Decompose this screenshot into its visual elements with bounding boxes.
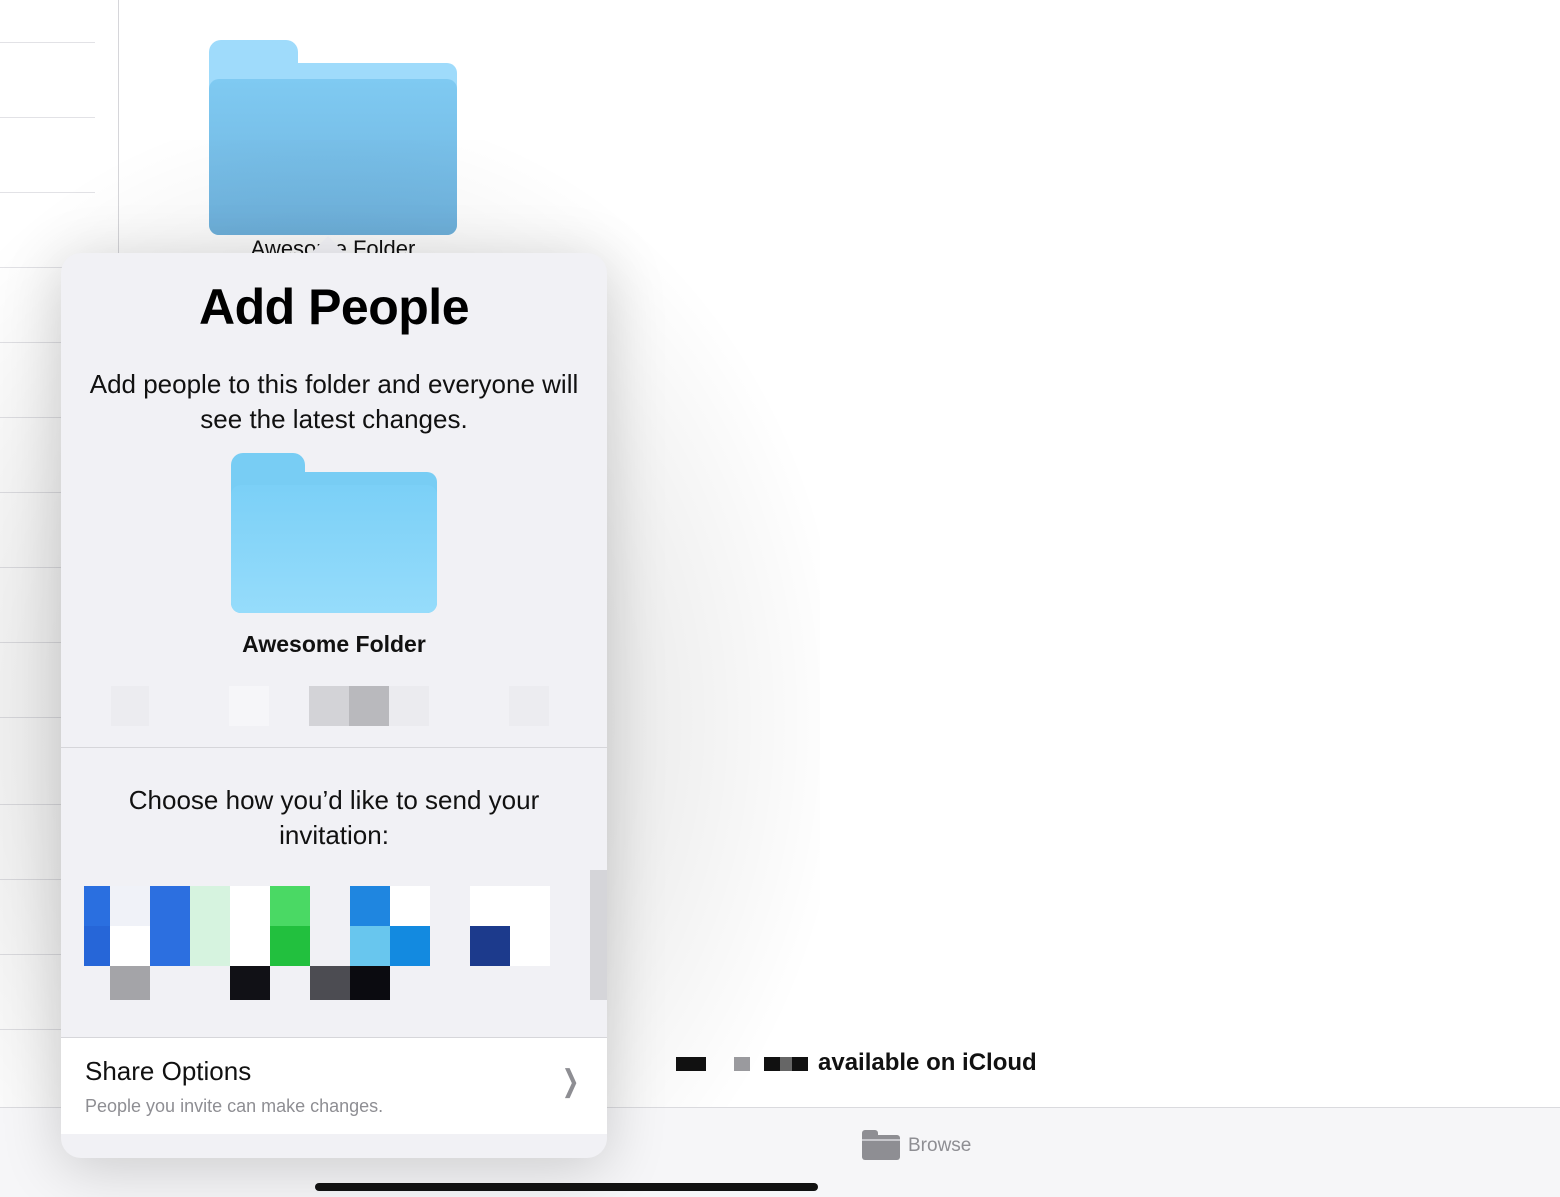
redacted-pixel <box>350 966 390 1000</box>
redacted-pixel <box>110 926 150 966</box>
redacted-pixel <box>510 926 550 966</box>
redacted-block <box>780 1057 792 1071</box>
redacted-pixel <box>111 686 149 726</box>
redacted-pixel <box>509 686 549 726</box>
sidebar-row-divider <box>0 117 95 118</box>
redacted-pixel <box>270 886 310 926</box>
redacted-pixel <box>84 886 110 926</box>
redacted-pixel <box>84 926 110 966</box>
redacted-pixel <box>110 886 150 926</box>
chevron-right-icon: ❯ <box>561 1065 580 1098</box>
redacted-pixel <box>229 686 269 726</box>
add-people-popover: Add People Add people to this folder and… <box>61 253 607 1158</box>
redacted-pixel <box>390 886 430 926</box>
redacted-pixel <box>230 966 270 1000</box>
redacted-pixel <box>310 966 350 1000</box>
redacted-pixel <box>150 886 190 966</box>
tab-browse[interactable]: Browse <box>908 1135 971 1157</box>
home-indicator[interactable] <box>315 1183 818 1191</box>
redacted-pixel <box>590 870 607 1000</box>
redacted-pixel <box>350 886 390 926</box>
redacted-pixel <box>389 686 429 726</box>
section-divider <box>61 747 607 748</box>
sidebar-row-divider <box>0 42 95 43</box>
invitation-method-prompt: Choose how you’d like to send your invit… <box>128 785 540 850</box>
redacted-pixel <box>390 926 430 966</box>
sidebar-row-divider <box>0 192 95 193</box>
redacted-block <box>764 1057 780 1071</box>
share-options-title: Share Options <box>85 1056 252 1086</box>
files-app-screen: Awesome Folder available on iCloud Brows… <box>0 0 1560 1197</box>
icloud-status-text: available on iCloud <box>818 1049 1037 1076</box>
share-options-subtitle: People you invite can make changes. <box>85 1096 384 1116</box>
redacted-pixel <box>350 926 390 966</box>
folder-icon[interactable] <box>862 1130 900 1160</box>
popover-arrow <box>310 236 346 254</box>
shared-folder-name: Awesome Folder <box>242 631 426 657</box>
popover-description: Add people to this folder and everyone w… <box>89 369 579 434</box>
redacted-block <box>734 1057 750 1071</box>
redacted-block <box>792 1057 808 1071</box>
redacted-pixel <box>270 926 310 966</box>
section-divider <box>61 1037 607 1038</box>
redacted-pixel <box>470 886 550 926</box>
popover-title: Add People <box>198 279 470 335</box>
redacted-pixel <box>110 966 150 1000</box>
background-folder-icon[interactable] <box>209 40 457 235</box>
redacted-pixel <box>349 686 389 726</box>
redacted-pixel <box>470 926 510 966</box>
redacted-pixel <box>309 686 349 726</box>
redacted-block <box>676 1057 706 1071</box>
shared-folder-icon <box>231 453 437 613</box>
share-options-row[interactable]: Share Options People you invite can make… <box>61 1038 607 1134</box>
redacted-pixel <box>230 886 270 966</box>
redacted-pixel <box>190 886 230 966</box>
